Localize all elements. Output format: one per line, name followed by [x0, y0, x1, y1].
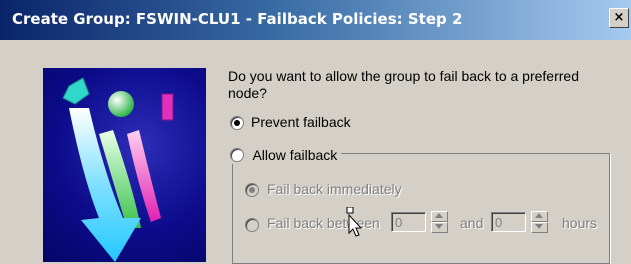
allow-failback-radio[interactable] — [230, 147, 244, 162]
failback-from-hour-spinner[interactable] — [431, 211, 448, 233]
prevent-failback-label[interactable]: Prevent failback — [251, 114, 351, 130]
failback-from-hour-value: 0 — [395, 215, 403, 230]
and-label: and — [460, 215, 484, 231]
down-arrow-icon — [535, 224, 543, 229]
down-arrow-icon — [435, 224, 443, 229]
mouse-cursor-icon — [346, 207, 363, 237]
prevent-failback-radio[interactable] — [230, 116, 244, 130]
spin-down-button[interactable] — [531, 222, 548, 233]
up-arrow-icon — [535, 213, 543, 218]
failback-from-hour-field[interactable]: 0 — [391, 212, 426, 232]
allow-failback-label[interactable]: Allow failback — [252, 147, 337, 163]
fail-back-immediately-label[interactable]: Fail back immediately — [267, 181, 402, 197]
up-arrow-icon — [435, 213, 443, 218]
close-button[interactable]: × — [609, 8, 629, 28]
failback-question: Do you want to allow the group to fail b… — [228, 68, 579, 101]
allow-failback-groupbox — [232, 153, 610, 264]
spin-down-button[interactable] — [431, 222, 448, 233]
fail-back-between-radio[interactable] — [245, 218, 259, 232]
spin-up-button[interactable] — [531, 211, 548, 222]
title-bar[interactable]: Create Group: FSWIN-CLU1 - Failback Poli… — [0, 0, 631, 40]
gem-icon — [62, 77, 90, 105]
spin-up-button[interactable] — [431, 211, 448, 222]
failback-to-hour-value: 0 — [495, 215, 503, 230]
hours-label: hours — [562, 215, 598, 231]
fail-back-immediately-radio[interactable] — [245, 183, 259, 197]
failback-to-hour-field[interactable]: 0 — [491, 212, 526, 232]
close-icon: × — [613, 10, 625, 25]
wizard-illustration — [43, 68, 206, 262]
pink-block-icon — [161, 93, 174, 121]
allow-failback-legend: Allow failback — [228, 146, 342, 164]
failback-to-hour-spinner[interactable] — [531, 211, 548, 233]
green-sphere-icon — [108, 91, 134, 117]
window-title: Create Group: FSWIN-CLU1 - Failback Poli… — [12, 10, 463, 28]
